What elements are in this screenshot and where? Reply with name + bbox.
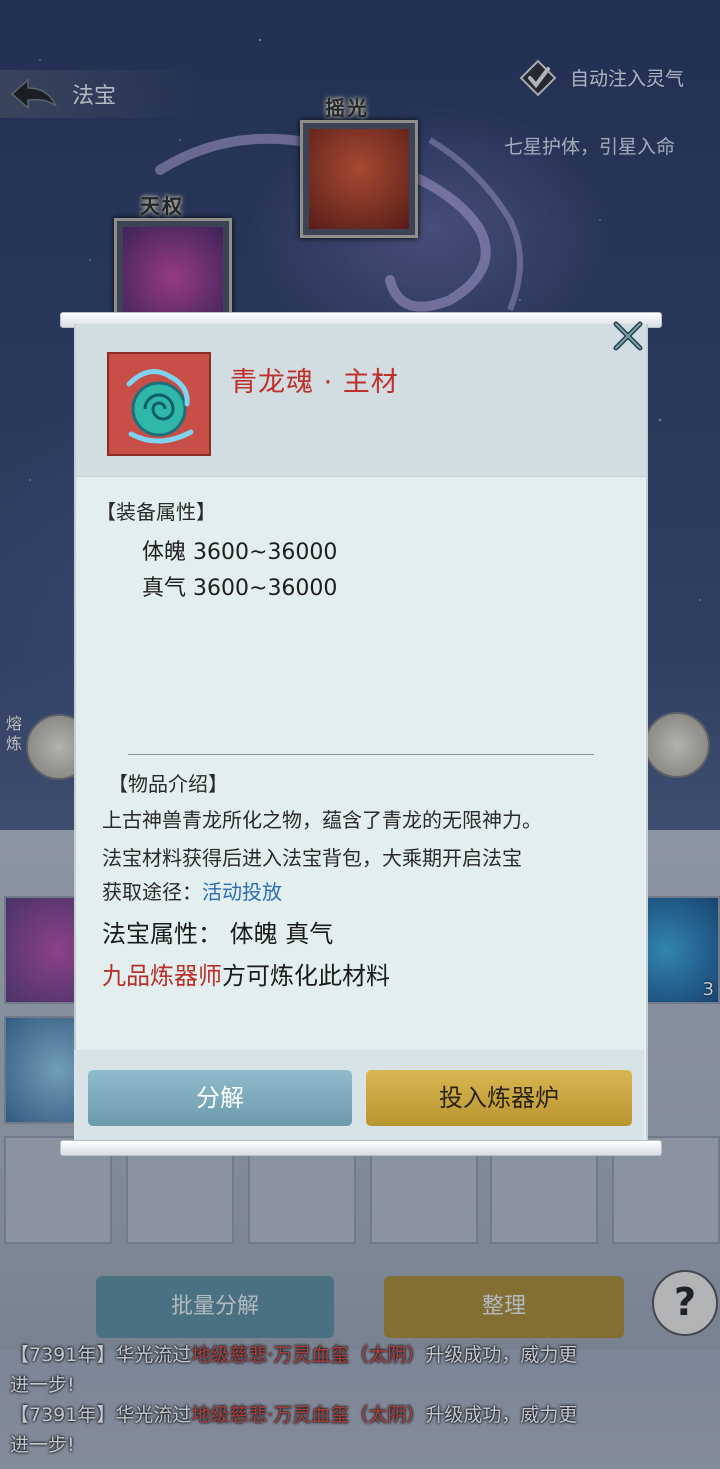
scroll-rod-bottom <box>60 1140 662 1156</box>
attribute-row: 体魄 3600~36000 <box>142 534 337 566</box>
close-icon[interactable] <box>610 318 646 354</box>
item-name: 青龙魂 · 主材 <box>230 367 399 398</box>
attribute-row: 真气 3600~36000 <box>142 570 337 602</box>
acquisition-row: 获取途径：活动投放 <box>102 876 282 905</box>
requirement-text: 方可炼化此材料 <box>222 962 390 990</box>
attribute-range: 3600~36000 <box>193 576 338 601</box>
requirement-row: 九品炼器师方可炼化此材料 <box>102 956 390 991</box>
acquisition-label: 获取途径： <box>102 880 202 904</box>
azure-dragon-soul-icon <box>107 352 211 456</box>
dialog-header: 青龙魂 · 主材 <box>76 324 646 477</box>
attribute-range: 3600~36000 <box>193 540 338 565</box>
treasure-property-row: 法宝属性： 体魄 真气 <box>102 914 333 949</box>
property-values: 体魄 真气 <box>229 920 334 948</box>
property-label: 法宝属性： <box>102 920 222 948</box>
decompose-button[interactable]: 分解 <box>88 1070 352 1126</box>
intro-line-2: 法宝材料获得后进入法宝背包，大乘期开启法宝 <box>102 846 522 870</box>
section-divider <box>128 754 594 755</box>
item-intro-heading: 【物品介绍】 <box>108 772 228 796</box>
attribute-name: 真气 <box>142 576 187 601</box>
attribute-name: 体魄 <box>142 540 187 565</box>
put-into-furnace-button[interactable]: 投入炼器炉 <box>366 1070 632 1126</box>
intro-line-1: 上古神兽青龙所化之物，蕴含了青龙的无限神力。 <box>102 808 542 832</box>
item-detail-dialog: 青龙魂 · 主材 <box>74 324 648 1140</box>
requirement-rank: 九品炼器师 <box>102 962 222 990</box>
acquisition-link[interactable]: 活动投放 <box>202 880 282 904</box>
equip-attr-heading: 【装备属性】 <box>96 500 216 524</box>
